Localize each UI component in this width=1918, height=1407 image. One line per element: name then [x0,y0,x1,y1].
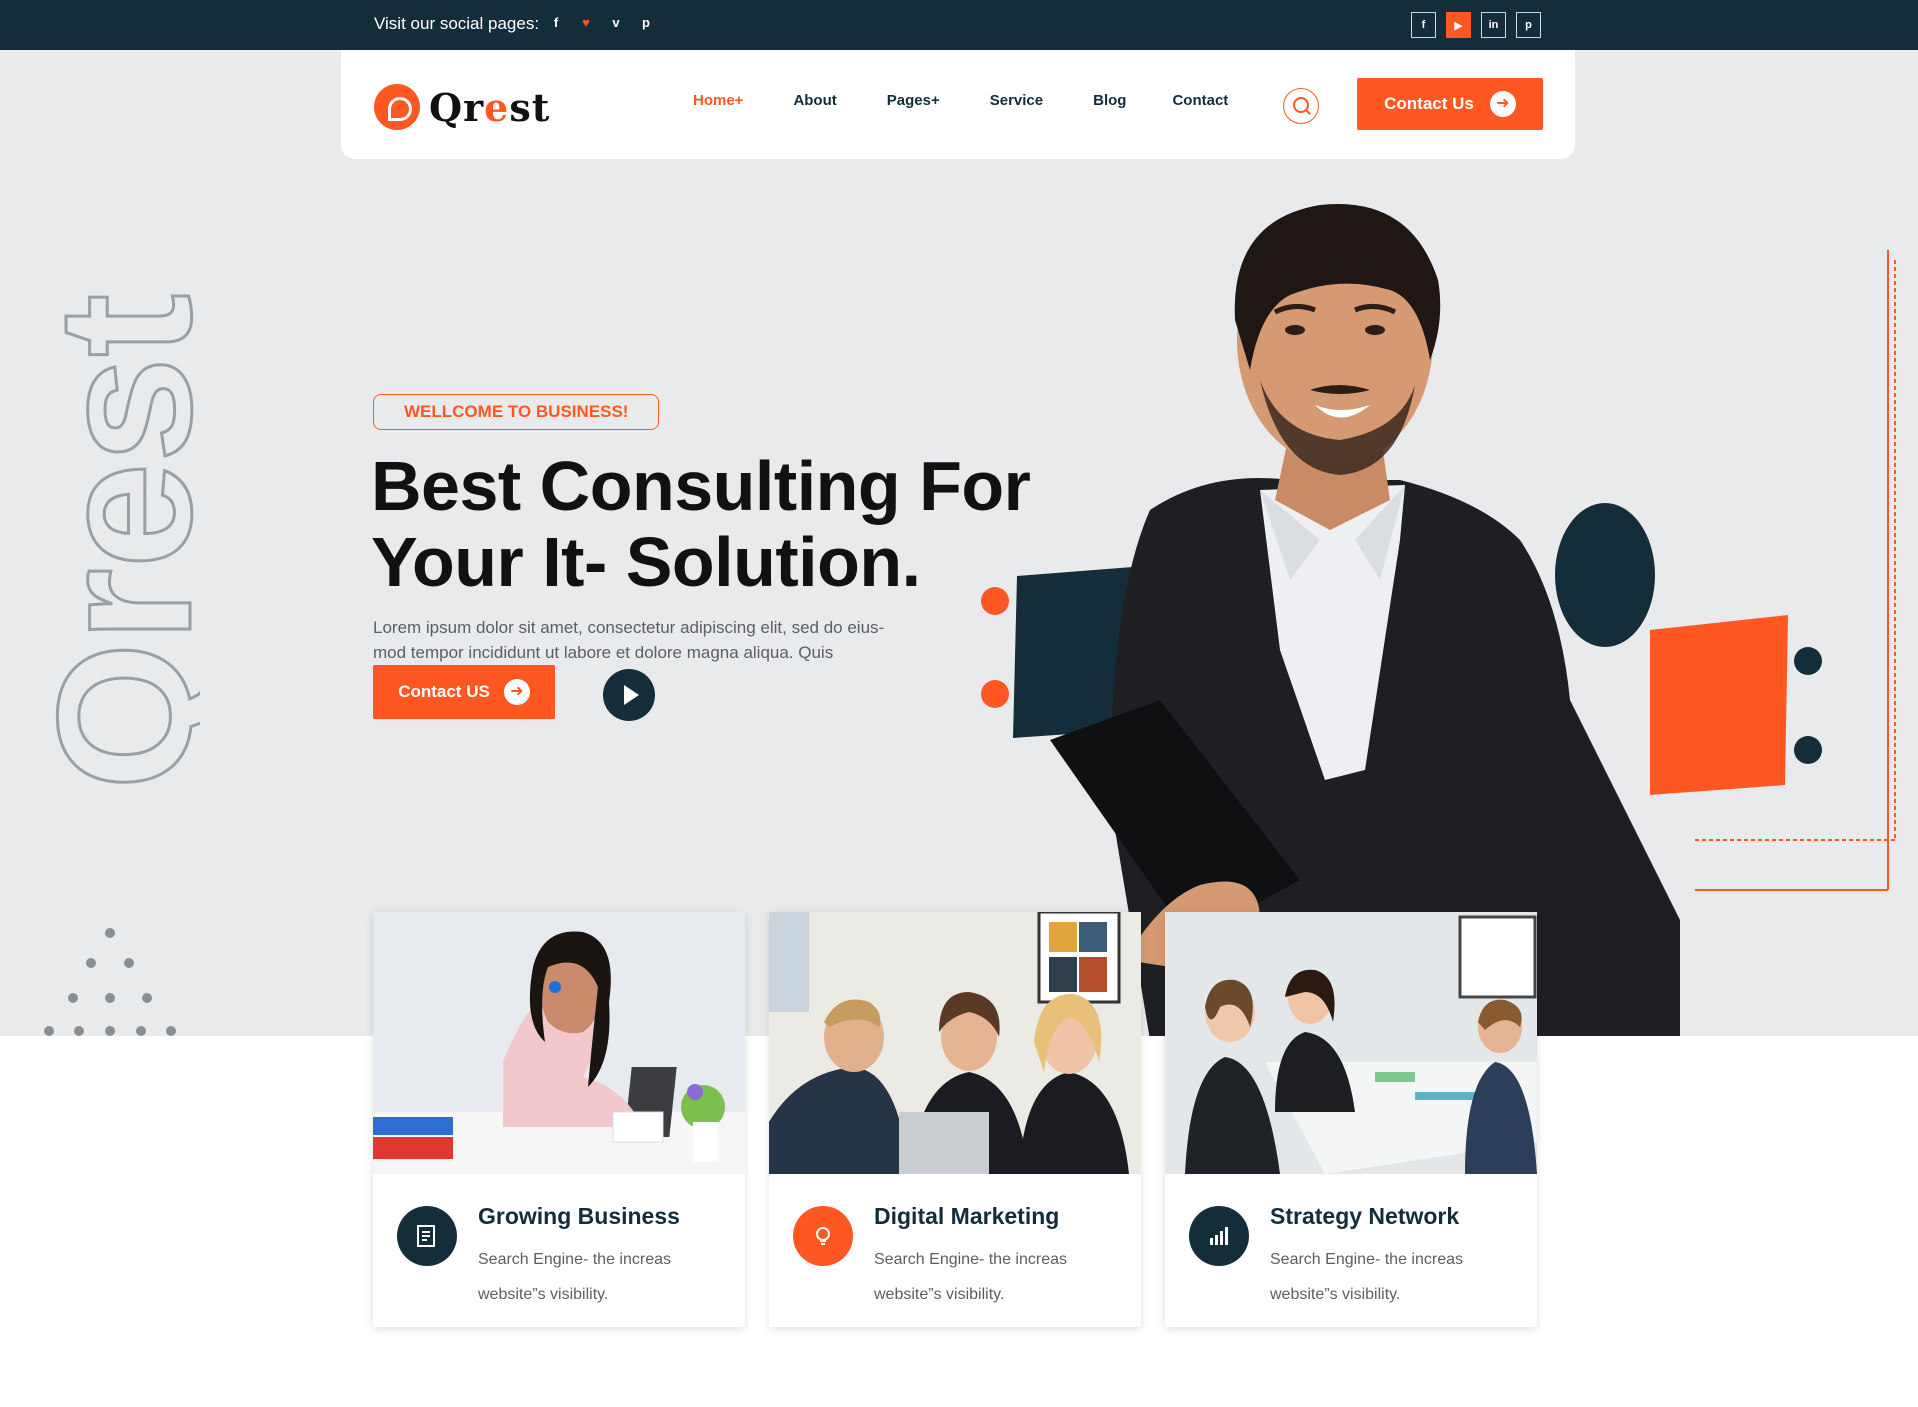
hero-contact-label: Contact US [398,682,490,701]
arrow-right-icon: ➜ [503,679,530,705]
lightbulb-icon [793,1206,853,1266]
linkedin-icon[interactable]: in [1481,12,1506,38]
logo-icon [374,84,420,130]
contact-us-label: Contact Us [1384,94,1474,113]
welcome-badge: WELLCOME TO BUSINESS! [373,394,660,430]
nav-contact[interactable]: Contact [1172,92,1228,109]
nav-pages[interactable]: Pages+ [887,92,940,109]
bar-chart-icon [1189,1206,1249,1266]
social-links-right: f ▶ in p [1411,12,1541,38]
service-card-strategy-network[interactable]: Strategy Network Search Engine- the incr… [1165,912,1537,1327]
pinterest-icon[interactable]: p [1516,12,1541,38]
logo[interactable]: Qrest [374,84,550,130]
service-cards: Growing Business Search Engine- the incr… [373,910,1537,1327]
card-photo-team [769,910,1141,1174]
social-label: Visit our social pages: [374,14,540,33]
twitter-icon[interactable]: ♥ [580,15,592,30]
top-bar: Visit our social pages: f ♥ v p f ▶ in p [0,0,1918,50]
contact-us-button[interactable]: Contact Us ➜ [1357,78,1543,130]
nav-home[interactable]: Home+ [693,92,743,109]
social-links-left: f ♥ v p [550,15,652,30]
hero-person-illustration [981,203,1896,1036]
arrow-right-icon: ➜ [1489,91,1516,117]
youtube-icon[interactable]: ▶ [1446,12,1471,38]
hero-title-line-1: Best Consulting For [371,447,1031,525]
hero-title: Best Consulting For Your It- Solution. [371,448,1071,600]
vimeo-icon[interactable]: v [610,15,622,30]
card-photo-meeting [1165,912,1537,1174]
qrest-watermark: Qrest [20,292,200,791]
primary-nav: Home+ About Pages+ Service Blog Contact [693,92,1228,109]
service-card-digital-marketing[interactable]: Digital Marketing Search Engine- the inc… [769,910,1141,1327]
svg-text:Qrest: Qrest [20,294,200,790]
nav-service[interactable]: Service [990,92,1043,109]
card-description: Search Engine- the increas website”s vis… [874,1251,1067,1303]
card-description: Search Engine- the increas website”s vis… [1270,1251,1463,1303]
service-card-growing-business[interactable]: Growing Business Search Engine- the incr… [373,912,745,1327]
play-video-button[interactable] [603,669,655,721]
pinterest-icon[interactable]: p [640,15,652,30]
hero-section: Qrest WELLCOME TO BUSINESS! Best Consult… [0,50,1918,1036]
logo-text: Qrest [429,84,551,130]
card-title: Digital Marketing [874,1203,1060,1229]
nav-about[interactable]: About [793,92,836,109]
facebook-icon[interactable]: f [1411,12,1436,38]
nav-blog[interactable]: Blog [1093,92,1126,109]
growth-icon [397,1206,457,1266]
card-title: Growing Business [478,1203,680,1229]
card-photo-support-agent [373,912,745,1174]
search-icon[interactable] [1283,88,1319,124]
hero-title-line-2: Your It- Solution. [371,523,921,601]
hero-description: Lorem ipsum dolor sit amet, consectetur … [373,618,885,662]
facebook-icon[interactable]: f [550,15,562,30]
card-description: Search Engine- the increas website”s vis… [478,1251,671,1303]
hero-contact-button[interactable]: Contact US ➜ [373,665,555,719]
main-navbar: Qrest Home+ About Pages+ Service Blog Co… [341,50,1575,159]
card-title: Strategy Network [1270,1203,1460,1229]
